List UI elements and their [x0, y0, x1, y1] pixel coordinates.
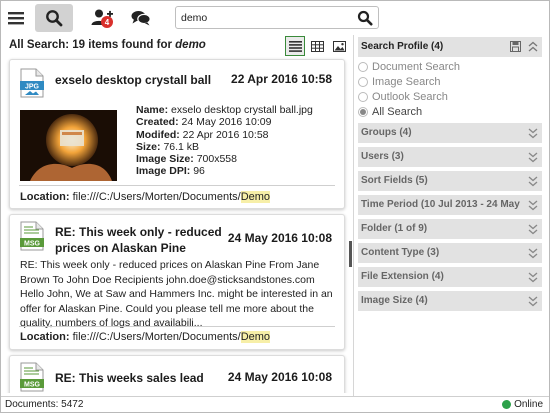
result-card[interactable]: MSG RE: This week only - reduced prices … — [9, 214, 345, 350]
result-title[interactable]: RE: This week only - reduced prices on A… — [55, 224, 222, 256]
result-date: 22 Apr 2016 10:58 — [231, 72, 332, 86]
status-bar: Documents: 5472 Online — [1, 396, 549, 412]
connection-status: Online — [502, 399, 543, 410]
expand-icon — [528, 200, 538, 211]
filter-section-users[interactable]: Users (3) — [358, 147, 542, 167]
menu-button[interactable] — [5, 4, 27, 32]
expand-icon — [528, 176, 538, 187]
search-submit-icon[interactable] — [357, 10, 373, 26]
users-button[interactable]: 4 — [87, 4, 117, 32]
file-metadata: Name: exselo desktop crystall ball.jpg C… — [136, 104, 313, 178]
meta-row: Created: 24 May 2016 10:09 — [136, 116, 272, 129]
filter-section-content-type[interactable]: Content Type (3) — [358, 243, 542, 263]
toolbar: 4 — [1, 1, 549, 35]
search-mode-button[interactable] — [35, 4, 73, 32]
expand-icon — [528, 224, 538, 235]
search-highlight: Demo — [240, 191, 271, 203]
results-query: demo — [175, 39, 206, 51]
list-view-button[interactable] — [285, 36, 305, 56]
image-view-icon — [332, 40, 346, 52]
online-status-icon — [502, 400, 512, 409]
jpg-file-icon: JPG — [20, 68, 44, 98]
expand-icon — [528, 248, 538, 259]
profile-option-outlook-search[interactable]: Outlook Search — [358, 89, 448, 104]
table-view-button[interactable] — [307, 36, 327, 56]
profile-option-all-search[interactable]: All Search — [358, 104, 422, 119]
meta-row: Name: exselo desktop crystall ball.jpg — [136, 104, 313, 116]
result-title[interactable]: exselo desktop crystall ball — [55, 72, 211, 88]
filter-section-groups[interactable]: Groups (4) — [358, 123, 542, 143]
search-box — [175, 6, 379, 29]
image-view-button[interactable] — [329, 36, 349, 56]
search-profile-header[interactable]: Search Profile (4) — [358, 37, 542, 57]
document-count: Documents: 5472 — [5, 399, 84, 410]
expand-icon — [528, 296, 538, 307]
results-summary-text: All Search: 19 items found for — [9, 39, 176, 51]
meta-row: Size: 76.1 kB — [136, 140, 200, 153]
table-view-icon — [310, 40, 324, 52]
filter-section-file-extension[interactable]: File Extension (4) — [358, 267, 542, 287]
search-highlight: Demo — [240, 331, 271, 343]
panel-splitter-handle[interactable] — [349, 241, 352, 267]
view-switcher — [285, 36, 349, 56]
list-view-icon — [288, 40, 302, 52]
app-window: 4 All Search: 19 items found for demo — [0, 0, 550, 413]
radio-button[interactable] — [358, 61, 368, 72]
meta-row: Image Size: 700x558 — [136, 153, 237, 166]
results-list: JPG exselo desktop crystall ball 22 Apr … — [1, 57, 353, 393]
panel-divider — [353, 35, 354, 397]
image-thumbnail[interactable] — [20, 110, 117, 181]
divider — [19, 185, 335, 186]
collapse-icon[interactable] — [528, 41, 538, 53]
file-type-label: JPG — [25, 84, 40, 91]
meta-row: Image DPI: 96 — [136, 165, 205, 178]
result-title[interactable]: RE: This weeks sales lead — [55, 370, 204, 386]
filter-section-image-size[interactable]: Image Size (4) — [358, 291, 542, 311]
msg-file-icon: MSG — [20, 362, 44, 392]
result-date: 24 May 2016 10:08 — [227, 231, 332, 245]
radio-button[interactable] — [358, 91, 368, 102]
expand-icon — [528, 272, 538, 283]
search-icon — [46, 10, 63, 27]
radio-button[interactable] — [358, 76, 368, 87]
divider — [19, 326, 335, 327]
radio-button-selected[interactable] — [358, 106, 368, 117]
filter-section-time-period[interactable]: Time Period (10 Jul 2013 - 24 May 2016) — [358, 195, 542, 230]
result-snippet: RE: This week only - reduced prices on A… — [20, 259, 333, 329]
filter-section-folder[interactable]: Folder (1 of 9) — [358, 219, 542, 239]
chat-button[interactable] — [126, 4, 156, 32]
crystal-ball-image — [20, 110, 117, 181]
result-location[interactable]: Location: file:///C:/Users/Morten/Docume… — [20, 191, 271, 203]
save-icon[interactable] — [510, 41, 521, 52]
connection-label: Online — [514, 399, 543, 410]
result-location[interactable]: Location: file:///C:/Users/Morten/Docume… — [20, 331, 271, 343]
file-type-label: MSG — [24, 382, 41, 389]
hamburger-menu-icon — [8, 12, 24, 25]
chat-bubbles-icon — [131, 11, 151, 26]
profile-option-document-search[interactable]: Document Search — [358, 59, 460, 74]
expand-icon — [528, 152, 538, 163]
profile-option-image-search[interactable]: Image Search — [358, 74, 440, 89]
result-card[interactable]: JPG exselo desktop crystall ball 22 Apr … — [9, 59, 345, 209]
search-input[interactable] — [181, 10, 351, 25]
notification-badge: 4 — [101, 16, 113, 28]
file-type-label: MSG — [24, 241, 41, 248]
result-card[interactable]: MSG RE: This weeks sales lead 24 May 201… — [9, 355, 345, 393]
meta-row: Modifed: 22 Apr 2016 10:58 — [136, 128, 269, 141]
msg-file-icon: MSG — [20, 221, 44, 251]
expand-icon — [528, 128, 538, 139]
filter-section-sort-fields[interactable]: Sort Fields (5) — [358, 171, 542, 191]
result-date: 24 May 2016 10:08 — [227, 370, 332, 384]
